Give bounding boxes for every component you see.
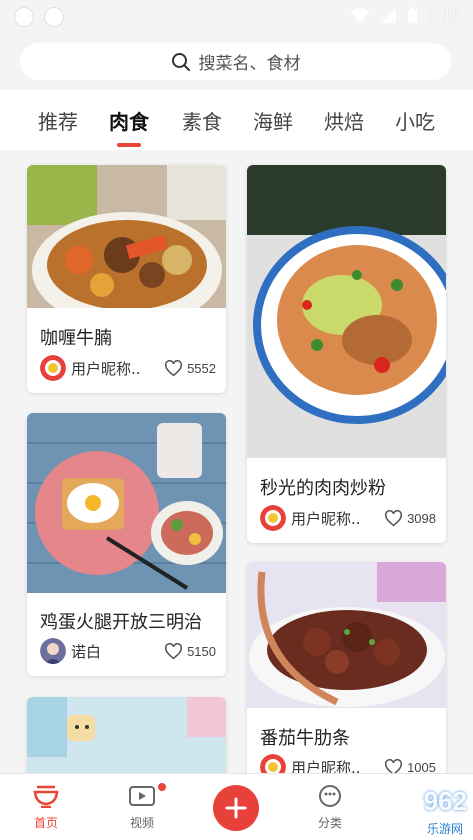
avatar [260,754,286,773]
video-icon [129,786,155,806]
add-recipe-button[interactable] [213,785,259,831]
recipe-meta: 用户昵称.. 5552 [40,355,216,381]
watermark-text: 乐游网 [426,822,463,836]
recipe-photo [247,165,446,458]
battery-icon [407,7,417,24]
tab-meat[interactable]: 肉食 [109,106,149,135]
home-bowl-icon [33,785,59,809]
recipe-card[interactable] [27,697,226,773]
like-count[interactable]: 3098 [384,509,436,527]
recipe-card[interactable]: 秒光的肉肉炒粉 用户昵称.. 3098 [247,165,446,543]
notification-icon [44,7,64,27]
like-number: 3098 [407,510,436,526]
nav-video-label: 视频 [129,816,154,830]
like-number: 5552 [187,360,216,376]
heart-icon [165,359,183,376]
active-tab-indicator [117,143,141,147]
recipe-photo [27,697,226,773]
category-tabs: 推荐 肉食 素食 海鲜 烘焙 小吃 [0,90,473,150]
watermark-logo: 962 [423,786,467,816]
recipe-title: 咖喱牛腩 [40,328,112,349]
nav-category[interactable]: 分类 [300,784,360,831]
recipe-photo [27,165,226,308]
signal-icon [380,9,396,23]
nav-home[interactable]: 首页 [16,784,76,831]
like-count[interactable]: 5150 [164,642,216,660]
heart-icon [385,509,403,526]
category-icon [319,785,341,807]
recipe-meta: 用户昵称.. 3098 [260,505,436,531]
recipe-title: 鸡蛋火腿开放三明治 [40,612,202,633]
tab-recommend[interactable]: 推荐 [38,106,78,135]
like-count[interactable]: 1005 [384,758,436,774]
author-name: 用户昵称.. [291,509,361,528]
recipe-meta: 用户昵称.. 1005 [260,754,436,773]
recipe-card[interactable]: 鸡蛋火腿开放三明治 诺白 5150 [27,413,226,676]
nav-category-label: 分类 [317,816,342,830]
heart-icon [165,642,183,659]
bottom-nav: 首页 视频 分类 962 乐游网 [0,773,473,840]
notification-icon [14,7,34,27]
nav-home-label: 首页 [33,816,58,830]
tab-seafood[interactable]: 海鲜 [253,106,293,135]
clock: 9:15 [427,6,461,25]
author-name: 诺白 [71,642,102,661]
recipe-photo [27,413,226,593]
recipe-card[interactable]: 番茄牛肋条 用户昵称.. 1005 [247,562,446,773]
tab-snacks[interactable]: 小吃 [395,106,435,135]
recipe-title: 秒光的肉肉炒粉 [260,478,386,499]
recipe-meta: 诺白 5150 [40,638,216,664]
avatar [40,638,66,664]
status-bar: 9:15 [0,0,473,34]
recipe-feed[interactable]: 咖喱牛腩 用户昵称.. 5552 秒光的肉肉炒粉 用户昵称.. 3098 鸡蛋火… [0,150,473,773]
avatar [260,505,286,531]
tab-vegetarian[interactable]: 素食 [182,106,222,135]
recipe-photo [247,562,446,708]
nav-video[interactable]: 视频 [112,784,172,831]
heart-icon [385,758,403,773]
author-name: 用户昵称.. [71,359,141,378]
tab-baking[interactable]: 烘焙 [324,106,364,135]
recipe-card[interactable]: 咖喱牛腩 用户昵称.. 5552 [27,165,226,393]
recipe-title: 番茄牛肋条 [260,728,350,749]
notification-icons [14,7,64,27]
like-number: 5150 [187,643,216,659]
search-icon [171,52,190,71]
like-number: 1005 [407,759,436,774]
avatar [40,355,66,381]
search-placeholder: 搜菜名、食材 [198,54,301,74]
plus-icon [225,797,247,819]
author-name: 用户昵称.. [291,758,361,774]
notification-dot [158,783,166,791]
search-bar[interactable]: 搜菜名、食材 [20,43,451,80]
wifi-icon [350,8,369,23]
like-count[interactable]: 5552 [164,359,216,377]
